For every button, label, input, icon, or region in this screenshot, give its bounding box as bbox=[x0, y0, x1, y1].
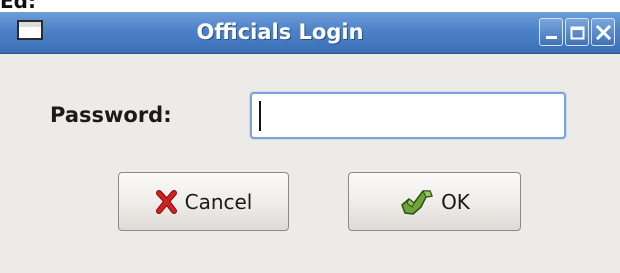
ok-label: OK bbox=[441, 189, 470, 214]
cancel-label: Cancel bbox=[184, 189, 253, 214]
login-dialog: Officials Login Password: Cancel OK bbox=[0, 12, 620, 273]
window-title: Officials Login bbox=[196, 20, 364, 44]
close-icon bbox=[595, 24, 612, 41]
password-label: Password: bbox=[50, 103, 172, 127]
close-button[interactable] bbox=[591, 18, 615, 46]
maximize-icon bbox=[570, 26, 585, 40]
cancel-icon bbox=[155, 189, 177, 214]
background-top-strip: Ed: bbox=[0, 0, 620, 12]
cancel-button[interactable]: Cancel bbox=[118, 172, 289, 231]
maximize-button[interactable] bbox=[565, 18, 589, 46]
text-caret bbox=[259, 101, 261, 131]
minimize-icon bbox=[546, 36, 557, 39]
ok-button[interactable]: OK bbox=[348, 172, 521, 231]
clipped-text-fragment: Ed: bbox=[0, 0, 36, 13]
ok-icon bbox=[401, 189, 433, 215]
password-input[interactable] bbox=[250, 92, 566, 139]
minimize-button[interactable] bbox=[539, 18, 563, 46]
title-bar[interactable]: Officials Login bbox=[0, 12, 620, 54]
